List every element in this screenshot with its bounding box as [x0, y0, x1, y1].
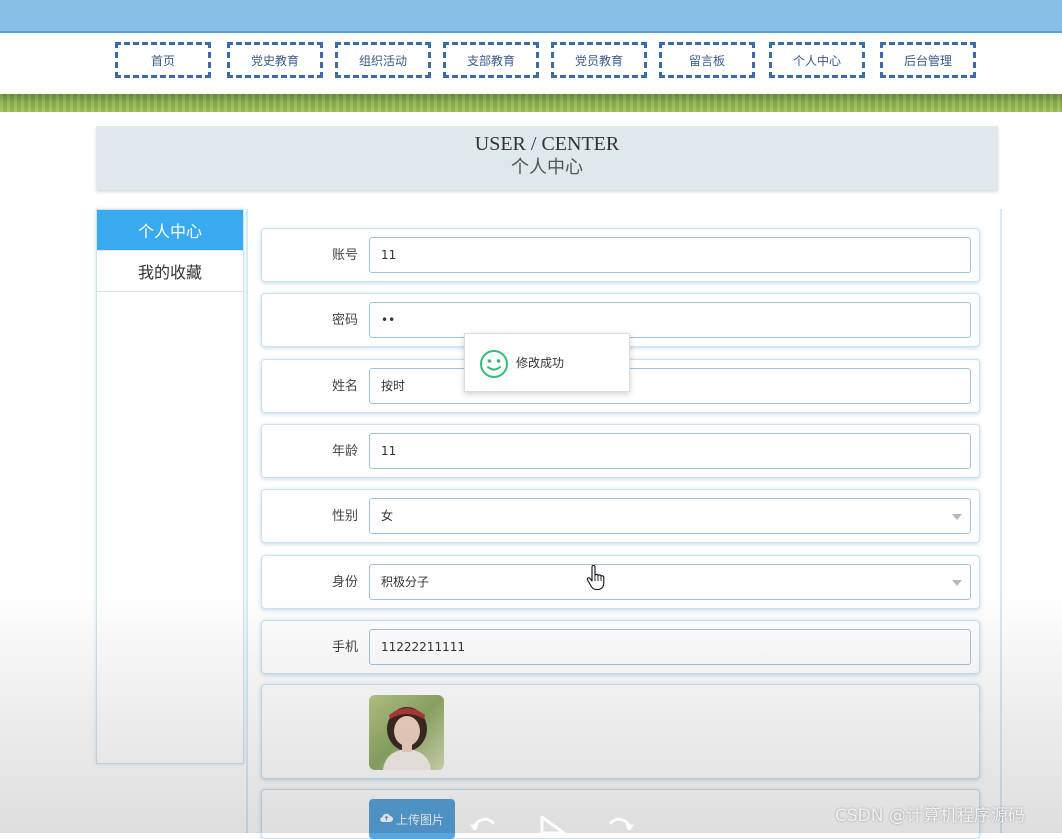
name-input[interactable]: 按时 [369, 368, 971, 404]
identity-label: 身份 [331, 575, 358, 590]
name-label: 姓名 [331, 379, 358, 394]
chevron-down-icon [952, 514, 962, 520]
forward-icon[interactable] [606, 812, 636, 836]
upload-button-label: 上传图片 [395, 812, 444, 827]
password-label: 密码 [331, 313, 358, 328]
nav-party-history[interactable]: 党史教育 [227, 42, 323, 78]
sidebar-item-favorites[interactable]: 我的收藏 [97, 251, 243, 292]
form-row-gender: 性别 女 [261, 489, 980, 543]
phone-input[interactable]: 11222211111 [369, 629, 971, 665]
identity-select-value: 积极分子 [381, 575, 430, 589]
gender-select-value: 女 [381, 509, 394, 523]
top-banner [0, 0, 1062, 33]
cloud-upload-icon [380, 812, 393, 826]
gender-label: 性别 [331, 509, 358, 524]
password-input[interactable]: •• [369, 302, 971, 338]
nav-member-education[interactable]: 党员教育 [551, 42, 647, 78]
account-input[interactable]: 11 [369, 237, 971, 273]
phone-label: 手机 [331, 640, 358, 655]
play-icon[interactable] [540, 815, 566, 838]
account-label: 账号 [331, 248, 358, 263]
nav-message-board[interactable]: 留言板 [659, 42, 755, 78]
gender-select[interactable]: 女 [369, 498, 971, 534]
success-toast: 修改成功 [464, 333, 630, 392]
smile-icon [480, 350, 508, 378]
identity-select[interactable]: 积极分子 [369, 564, 971, 600]
age-label: 年龄 [331, 444, 358, 459]
nav-branch-education[interactable]: 支部教育 [443, 42, 539, 78]
toast-message: 修改成功 [516, 356, 565, 370]
page-title-en: USER / CENTER [474, 133, 620, 155]
age-input[interactable]: 11 [369, 433, 971, 469]
page-title-cn: 个人中心 [511, 157, 583, 178]
rewind-icon[interactable] [468, 812, 498, 836]
nav-personal-center[interactable]: 个人中心 [769, 42, 865, 78]
nav-home[interactable]: 首页 [115, 42, 211, 78]
form-row-avatar [261, 684, 980, 779]
hand-cursor-icon [586, 564, 606, 595]
banner-image [0, 94, 1062, 112]
upload-image-button[interactable]: 上传图片 [369, 799, 455, 839]
nav-org-activities[interactable]: 组织活动 [335, 42, 431, 78]
avatar-image[interactable] [369, 695, 444, 770]
main-nav: 首页 党史教育 组织活动 支部教育 党员教育 留言板 个人中心 后台管理 [0, 33, 1062, 93]
watermark-text: CSDN @计算机程序源码 [835, 806, 1025, 826]
chevron-down-icon [952, 580, 962, 586]
sidebar-item-personal-center[interactable]: 个人中心 [97, 210, 243, 251]
nav-admin[interactable]: 后台管理 [880, 42, 976, 78]
form-row-phone: 手机 11222211111 [261, 620, 980, 674]
form-row-identity: 身份 积极分子 [261, 555, 980, 609]
sidebar: 个人中心 我的收藏 [96, 209, 244, 764]
form-row-account: 账号 11 [261, 228, 980, 282]
form-row-age: 年龄 11 [261, 424, 980, 478]
page-title-box: USER / CENTER 个人中心 [96, 126, 998, 190]
